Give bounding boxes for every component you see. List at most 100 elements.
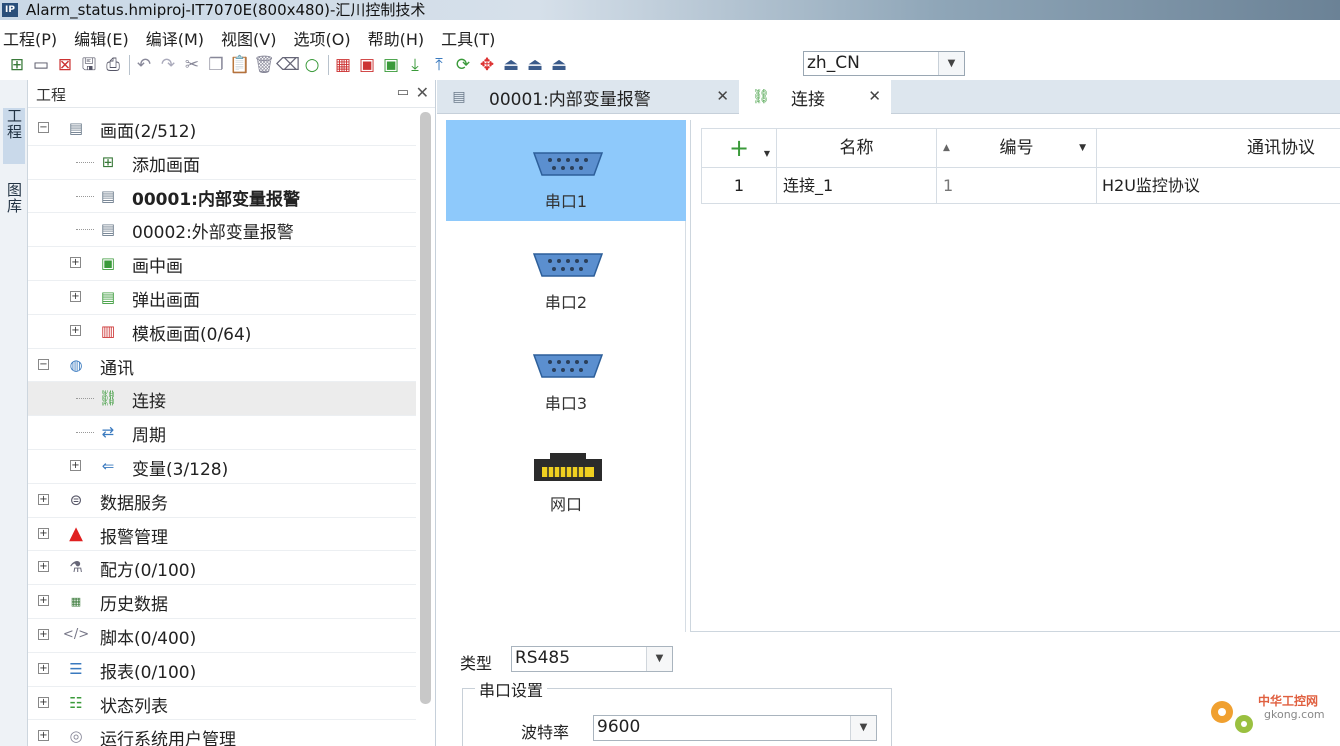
clear-icon[interactable]: ⌫ [276, 54, 300, 76]
chevron-down-icon[interactable]: ▼ [850, 716, 876, 740]
print-icon[interactable]: ⎙ [102, 54, 124, 76]
copy-icon[interactable]: ❐ [205, 54, 227, 76]
close-icon[interactable]: ✕ [716, 87, 729, 105]
toolbar: ⊞ ▭ ⊠ 🖫 ⎙ ↶ ↷ ✂ ❐ 📋 🗑 ⌫ ○ ▦ ▣ ▣ ⤓ ⤒ ⟳ ✥ … [0, 50, 1340, 80]
tab-connection[interactable]: ⛓ 连接 ✕ [739, 80, 891, 114]
filter-dropdown-icon[interactable]: ▼ [1079, 129, 1086, 167]
network-icon[interactable]: ✥ [476, 54, 498, 76]
redo-icon[interactable]: ↷ [157, 54, 179, 76]
port-serial-2[interactable]: 串口2 [446, 221, 686, 322]
menu-project[interactable]: 工程(P) [3, 26, 57, 50]
tree-item-communication[interactable]: − ◍ 通讯 [28, 349, 416, 383]
tab-screen-00001[interactable]: ▤ 00001:内部变量报警 ✕ [437, 80, 739, 114]
close-project-icon[interactable]: ⊠ [54, 54, 76, 76]
undo-icon[interactable]: ↶ [133, 54, 155, 76]
column-header-protocol[interactable]: 通讯协议 [1097, 129, 1340, 167]
device-upload-icon[interactable]: ⏏ [524, 54, 546, 76]
tab-label: 连接 [791, 89, 825, 110]
menu-view[interactable]: 视图(V) [221, 26, 276, 50]
compile-icon[interactable]: ▦ [332, 54, 354, 76]
menu-edit[interactable]: 编辑(E) [74, 26, 129, 50]
tree-item-add-screen[interactable]: ⊞ 添加画面 [28, 146, 416, 180]
tree-item-template-screens[interactable]: + ▥ 模板画面(0/64) [28, 315, 416, 349]
side-tab-library[interactable]: 图库 [3, 182, 25, 214]
menu-options[interactable]: 选项(O) [293, 26, 350, 50]
expand-icon[interactable]: + [70, 459, 81, 471]
open-project-icon[interactable]: ▭ [30, 54, 52, 76]
tree-item-screen-00001[interactable]: ▤ 00001:内部变量报警 [28, 180, 416, 214]
port-ethernet[interactable]: 网口 [446, 423, 686, 524]
serial-port-icon [532, 152, 604, 176]
menu-tools[interactable]: 工具(T) [441, 26, 495, 50]
baud-rate-select[interactable]: 9600 ▼ [593, 715, 877, 741]
close-icon[interactable]: ✕ [416, 83, 429, 102]
tree-item-recipe[interactable]: + ⚗ 配方(0/100) [28, 551, 416, 586]
expand-icon[interactable]: + [38, 493, 49, 505]
expand-icon[interactable]: + [38, 527, 49, 539]
expand-icon[interactable]: + [38, 662, 49, 674]
cell-protocol[interactable]: H2U监控协议 [1097, 168, 1340, 203]
new-project-icon[interactable]: ⊞ [6, 54, 28, 76]
tree-item-popup-screens[interactable]: + ▤ 弹出画面 [28, 281, 416, 315]
tree-item-scripts[interactable]: + </> 脚本(0/400) [28, 619, 416, 653]
type-select[interactable]: RS485 ▼ [511, 646, 673, 672]
expand-icon[interactable]: + [70, 257, 81, 269]
tree-item-cycle[interactable]: ⇄ 周期 [28, 416, 416, 450]
chevron-down-icon[interactable]: ▼ [646, 647, 672, 671]
side-tab-project[interactable]: 工程 [3, 108, 25, 164]
pin-icon[interactable]: ▭ [397, 85, 409, 100]
tree-item-variables[interactable]: + ⇐ 变量(3/128) [28, 450, 416, 484]
port-serial-1[interactable]: 串口1 [446, 120, 686, 221]
chevron-down-icon[interactable]: ▼ [938, 52, 964, 75]
collapse-icon[interactable]: − [38, 122, 49, 133]
port-serial-3[interactable]: 串口3 [446, 322, 686, 423]
tree-item-alarm-management[interactable]: + ▲ 报警管理 [28, 518, 416, 552]
cell-name[interactable]: 连接_1 [777, 168, 937, 203]
grid-header: + ▼ 名称 ▲ 编号 ▼ 通讯协议 [701, 128, 1340, 168]
close-icon[interactable]: ✕ [868, 87, 881, 105]
upload-icon[interactable]: ⤒ [428, 54, 450, 76]
delete-icon[interactable]: 🗑 [253, 54, 275, 76]
tree-item-reports[interactable]: + ☰ 报表(0/100) [28, 653, 416, 687]
binary-data-icon: ▦ [70, 594, 82, 608]
menu-help[interactable]: 帮助(H) [368, 26, 425, 50]
download-icon[interactable]: ⤓ [404, 54, 426, 76]
tree-item-screen-00002[interactable]: ▤ 00002:外部变量报警 [28, 213, 416, 248]
refresh-icon[interactable]: ⟳ [452, 54, 474, 76]
add-connection-button[interactable]: + ▼ [702, 129, 777, 167]
online-simulate-icon[interactable]: ▣ [380, 54, 402, 76]
device-settings-icon[interactable]: ⏏ [548, 54, 570, 76]
expand-icon[interactable]: + [38, 595, 49, 607]
expand-icon[interactable]: + [38, 696, 49, 708]
tree-scrollbar[interactable] [416, 112, 434, 712]
picture-in-picture-icon: ▣ [100, 254, 116, 273]
search-icon[interactable]: ○ [301, 54, 323, 76]
expand-icon[interactable]: + [70, 290, 81, 302]
tree-item-data-service[interactable]: + ⊜ 数据服务 [28, 484, 416, 518]
save-icon[interactable]: 🖫 [78, 54, 100, 76]
column-header-number[interactable]: ▲ 编号 ▼ [937, 129, 1097, 167]
expand-icon[interactable]: + [38, 561, 49, 573]
report-icon: ☰ [69, 659, 83, 678]
table-row[interactable]: 1 连接_1 1 H2U监控协议 [701, 168, 1340, 204]
expand-icon[interactable]: + [38, 730, 49, 742]
expand-icon[interactable]: + [70, 324, 81, 336]
tree-item-status-list[interactable]: + ☷ 状态列表 [28, 687, 416, 721]
menu-compile[interactable]: 编译(M) [146, 26, 204, 50]
expand-icon[interactable]: + [38, 628, 49, 640]
tree-item-runtime-user-management[interactable]: + ◎ 运行系统用户管理 [28, 720, 416, 746]
tree-item-connection[interactable]: ⛓ 连接 [28, 382, 416, 417]
tree-item-screens[interactable]: − ▤ 画面(2/512) [28, 112, 416, 146]
cell-number[interactable]: 1 [937, 168, 1097, 203]
tree-item-picture-in-picture[interactable]: + ▣ 画中画 [28, 247, 416, 281]
language-select[interactable]: zh_CN ▼ [803, 51, 965, 76]
cut-icon[interactable]: ✂ [181, 54, 203, 76]
window-title: Alarm_status.hmiproj-IT7070E(800x480)-汇川… [26, 1, 426, 19]
device-download-icon[interactable]: ⏏ [500, 54, 522, 76]
paste-icon[interactable]: 📋 [229, 54, 251, 76]
scrollbar-thumb[interactable] [420, 112, 431, 704]
tree-item-history-data[interactable]: + ▦ 历史数据 [28, 585, 416, 619]
offline-simulate-icon[interactable]: ▣ [356, 54, 378, 76]
column-header-name[interactable]: 名称 [777, 129, 937, 167]
collapse-icon[interactable]: − [38, 358, 49, 370]
